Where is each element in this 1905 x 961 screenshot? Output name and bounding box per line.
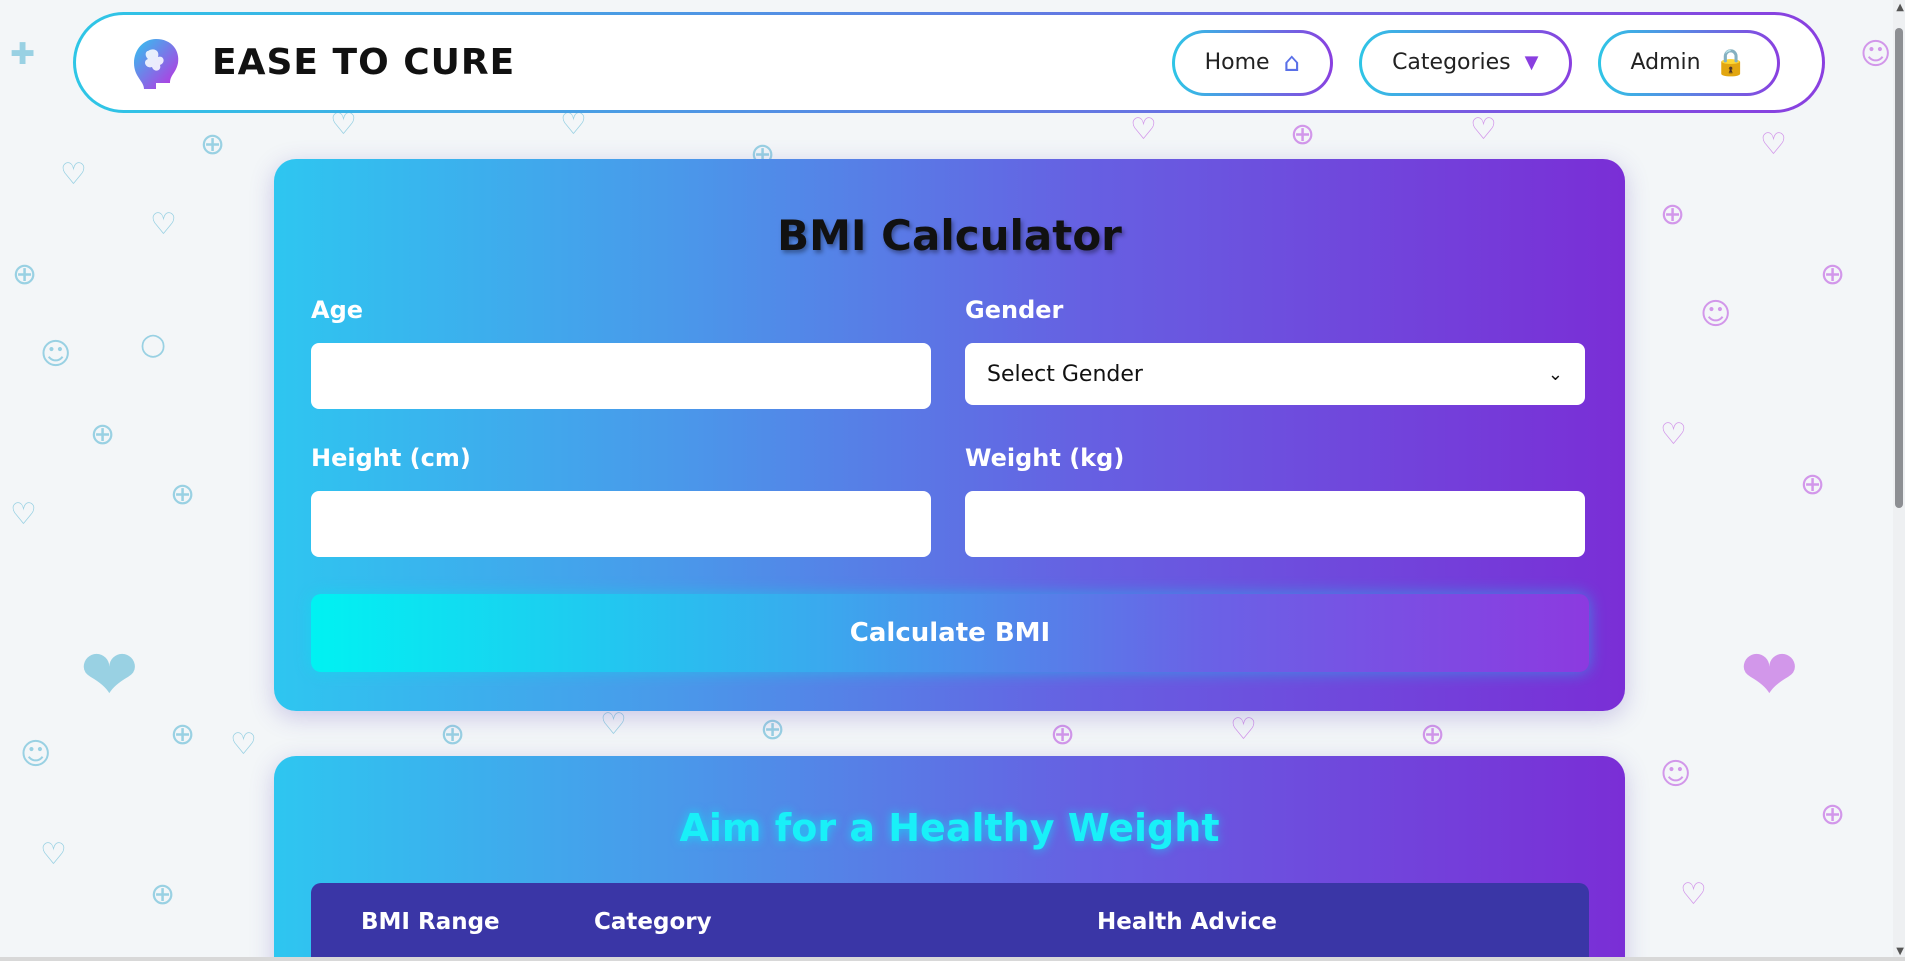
age-input[interactable]	[311, 343, 931, 409]
age-label: Age	[311, 296, 364, 324]
magnifier-icon: ○	[140, 327, 167, 362]
plus-icon: ⊕	[170, 717, 196, 752]
heart-icon: ♡	[230, 727, 257, 762]
plus-icon: ⊕	[1290, 117, 1316, 152]
heart-icon: ♡	[1470, 112, 1497, 147]
plus-icon: ⊕	[90, 417, 116, 452]
scroll-down-icon[interactable]: ▼	[1896, 946, 1904, 957]
weight-label: Weight (kg)	[965, 444, 1125, 472]
height-input[interactable]	[311, 491, 931, 557]
healthy-weight-card: Aim for a Healthy Weight BMI Range Categ…	[274, 756, 1625, 961]
nav-home-label: Home	[1204, 50, 1270, 75]
heart-icon: ♡	[10, 497, 37, 532]
person-icon: ☺	[40, 337, 72, 372]
scrollbar-thumb[interactable]	[1895, 28, 1903, 508]
brand-logo-icon	[134, 38, 179, 89]
nav-categories-label: Categories	[1392, 50, 1511, 75]
table-header-health-advice: Health Advice	[1097, 909, 1278, 935]
heart-cross-icon: ❤	[80, 634, 139, 716]
plus-icon: ⊕	[760, 712, 786, 747]
cross-icon: ⊕	[12, 257, 38, 292]
plus-icon: ⊕	[1820, 257, 1846, 292]
gender-select[interactable]: Select Gender ⌄	[965, 343, 1585, 405]
healthy-weight-title: Aim for a Healthy Weight	[679, 806, 1220, 850]
cross-icon: ⊕	[170, 477, 196, 512]
height-label: Height (cm)	[311, 444, 471, 472]
window-bottom-edge	[0, 957, 1905, 961]
lock-icon: 🔒	[1714, 47, 1747, 78]
bmi-info-table: BMI Range Category Health Advice	[311, 883, 1589, 961]
person-icon: ☺	[1700, 297, 1732, 332]
plus-icon: ⊕	[1820, 797, 1846, 832]
bmi-calculator-title: BMI Calculator	[777, 211, 1122, 260]
clipboard-icon: ✚	[10, 37, 36, 72]
plus-icon: ⊕	[200, 127, 226, 162]
nav-admin-label: Admin	[1630, 50, 1701, 75]
nav-admin-button[interactable]: Admin 🔒	[1598, 30, 1781, 96]
gender-label: Gender	[965, 296, 1064, 324]
nav-home-button[interactable]: Home ⌂	[1172, 30, 1333, 96]
page-scrollbar[interactable]: ▲ ▼	[1893, 0, 1905, 961]
bmi-calculator-card: BMI Calculator Age Gender Select Gender …	[274, 159, 1625, 711]
plus-icon: ⊕	[1660, 197, 1686, 232]
heart-cross-icon: ❤	[1740, 634, 1799, 716]
heart-icon: ♡	[560, 107, 587, 142]
plus-icon: ⊕	[440, 717, 466, 752]
person-icon: ☺	[1660, 757, 1692, 792]
heart-icon: ♡	[1230, 712, 1257, 747]
plus-icon: ⊕	[1800, 467, 1826, 502]
top-navbar: EASE TO CURE Home ⌂ Categories ▼ Admin 🔒	[73, 12, 1825, 113]
calculate-bmi-button[interactable]: Calculate BMI	[311, 594, 1589, 672]
heart-icon: ♡	[600, 707, 627, 742]
plus-icon: ⊕	[150, 877, 176, 912]
heart-icon: ♡	[60, 157, 87, 192]
chevron-down-icon: ⌄	[1547, 363, 1563, 385]
heart-icon: ♡	[1660, 417, 1687, 452]
heart-icon: ♡	[1130, 112, 1157, 147]
weight-input[interactable]	[965, 491, 1585, 557]
plus-icon: ⊕	[1420, 717, 1446, 752]
heart-icon: ♡	[1760, 127, 1787, 162]
table-header-bmi-range: BMI Range	[361, 909, 500, 935]
home-icon: ⌂	[1283, 47, 1301, 78]
nav-categories-button[interactable]: Categories ▼	[1359, 30, 1571, 96]
table-header-category: Category	[594, 909, 712, 935]
gender-select-value: Select Gender	[987, 361, 1143, 387]
person-icon: ☺	[20, 737, 52, 772]
triangle-down-icon: ▼	[1524, 52, 1539, 73]
person-icon: ☺	[1860, 37, 1892, 72]
heart-icon: ♡	[40, 837, 67, 872]
heart-icon: ♡	[150, 207, 177, 242]
scroll-up-icon[interactable]: ▲	[1896, 2, 1904, 13]
heart-icon: ♡	[330, 107, 357, 142]
heart-icon: ♡	[1680, 877, 1707, 912]
plus-icon: ⊕	[1050, 717, 1076, 752]
brand-name: EASE TO CURE	[212, 42, 516, 83]
